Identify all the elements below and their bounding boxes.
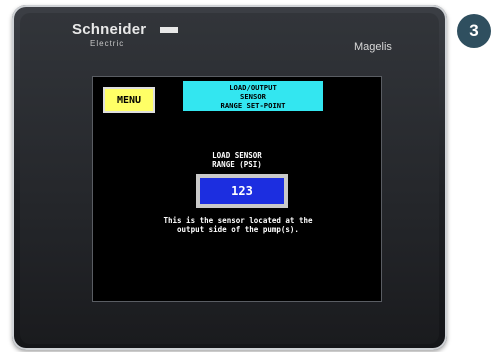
brand-subtitle: Electric — [90, 39, 125, 48]
brand-logo: Schneider — [72, 21, 147, 38]
field-label: LOAD SENSOR RANGE (PSI) — [187, 151, 287, 169]
hmi-device: Schneider Electric Magelis MENU LOAD/OUT… — [12, 5, 447, 350]
brand-logo-bar — [160, 27, 178, 33]
sensor-description: This is the sensor located at the output… — [123, 216, 353, 234]
menu-button[interactable]: MENU — [103, 87, 155, 113]
sensor-description-line-2: output side of the pump(s). — [177, 225, 299, 234]
sensor-description-line-1: This is the sensor located at the — [163, 216, 313, 225]
screen-title-line-1: LOAD/OUTPUT — [229, 82, 277, 92]
screen-title-line-2: SENSOR — [240, 91, 266, 101]
field-label-line-1: LOAD SENSOR — [212, 151, 262, 160]
hmi-screen: MENU LOAD/OUTPUT SENSOR RANGE SET-POINT … — [92, 76, 382, 302]
field-label-line-2: RANGE (PSI) — [212, 160, 262, 169]
product-name: Magelis — [354, 41, 392, 53]
screen-title: LOAD/OUTPUT SENSOR RANGE SET-POINT — [183, 81, 323, 111]
step-badge: 3 — [457, 14, 491, 48]
range-value-field[interactable]: 123 — [196, 174, 288, 208]
screen-title-line-3: RANGE SET-POINT — [220, 100, 286, 110]
range-value[interactable]: 123 — [200, 178, 284, 204]
